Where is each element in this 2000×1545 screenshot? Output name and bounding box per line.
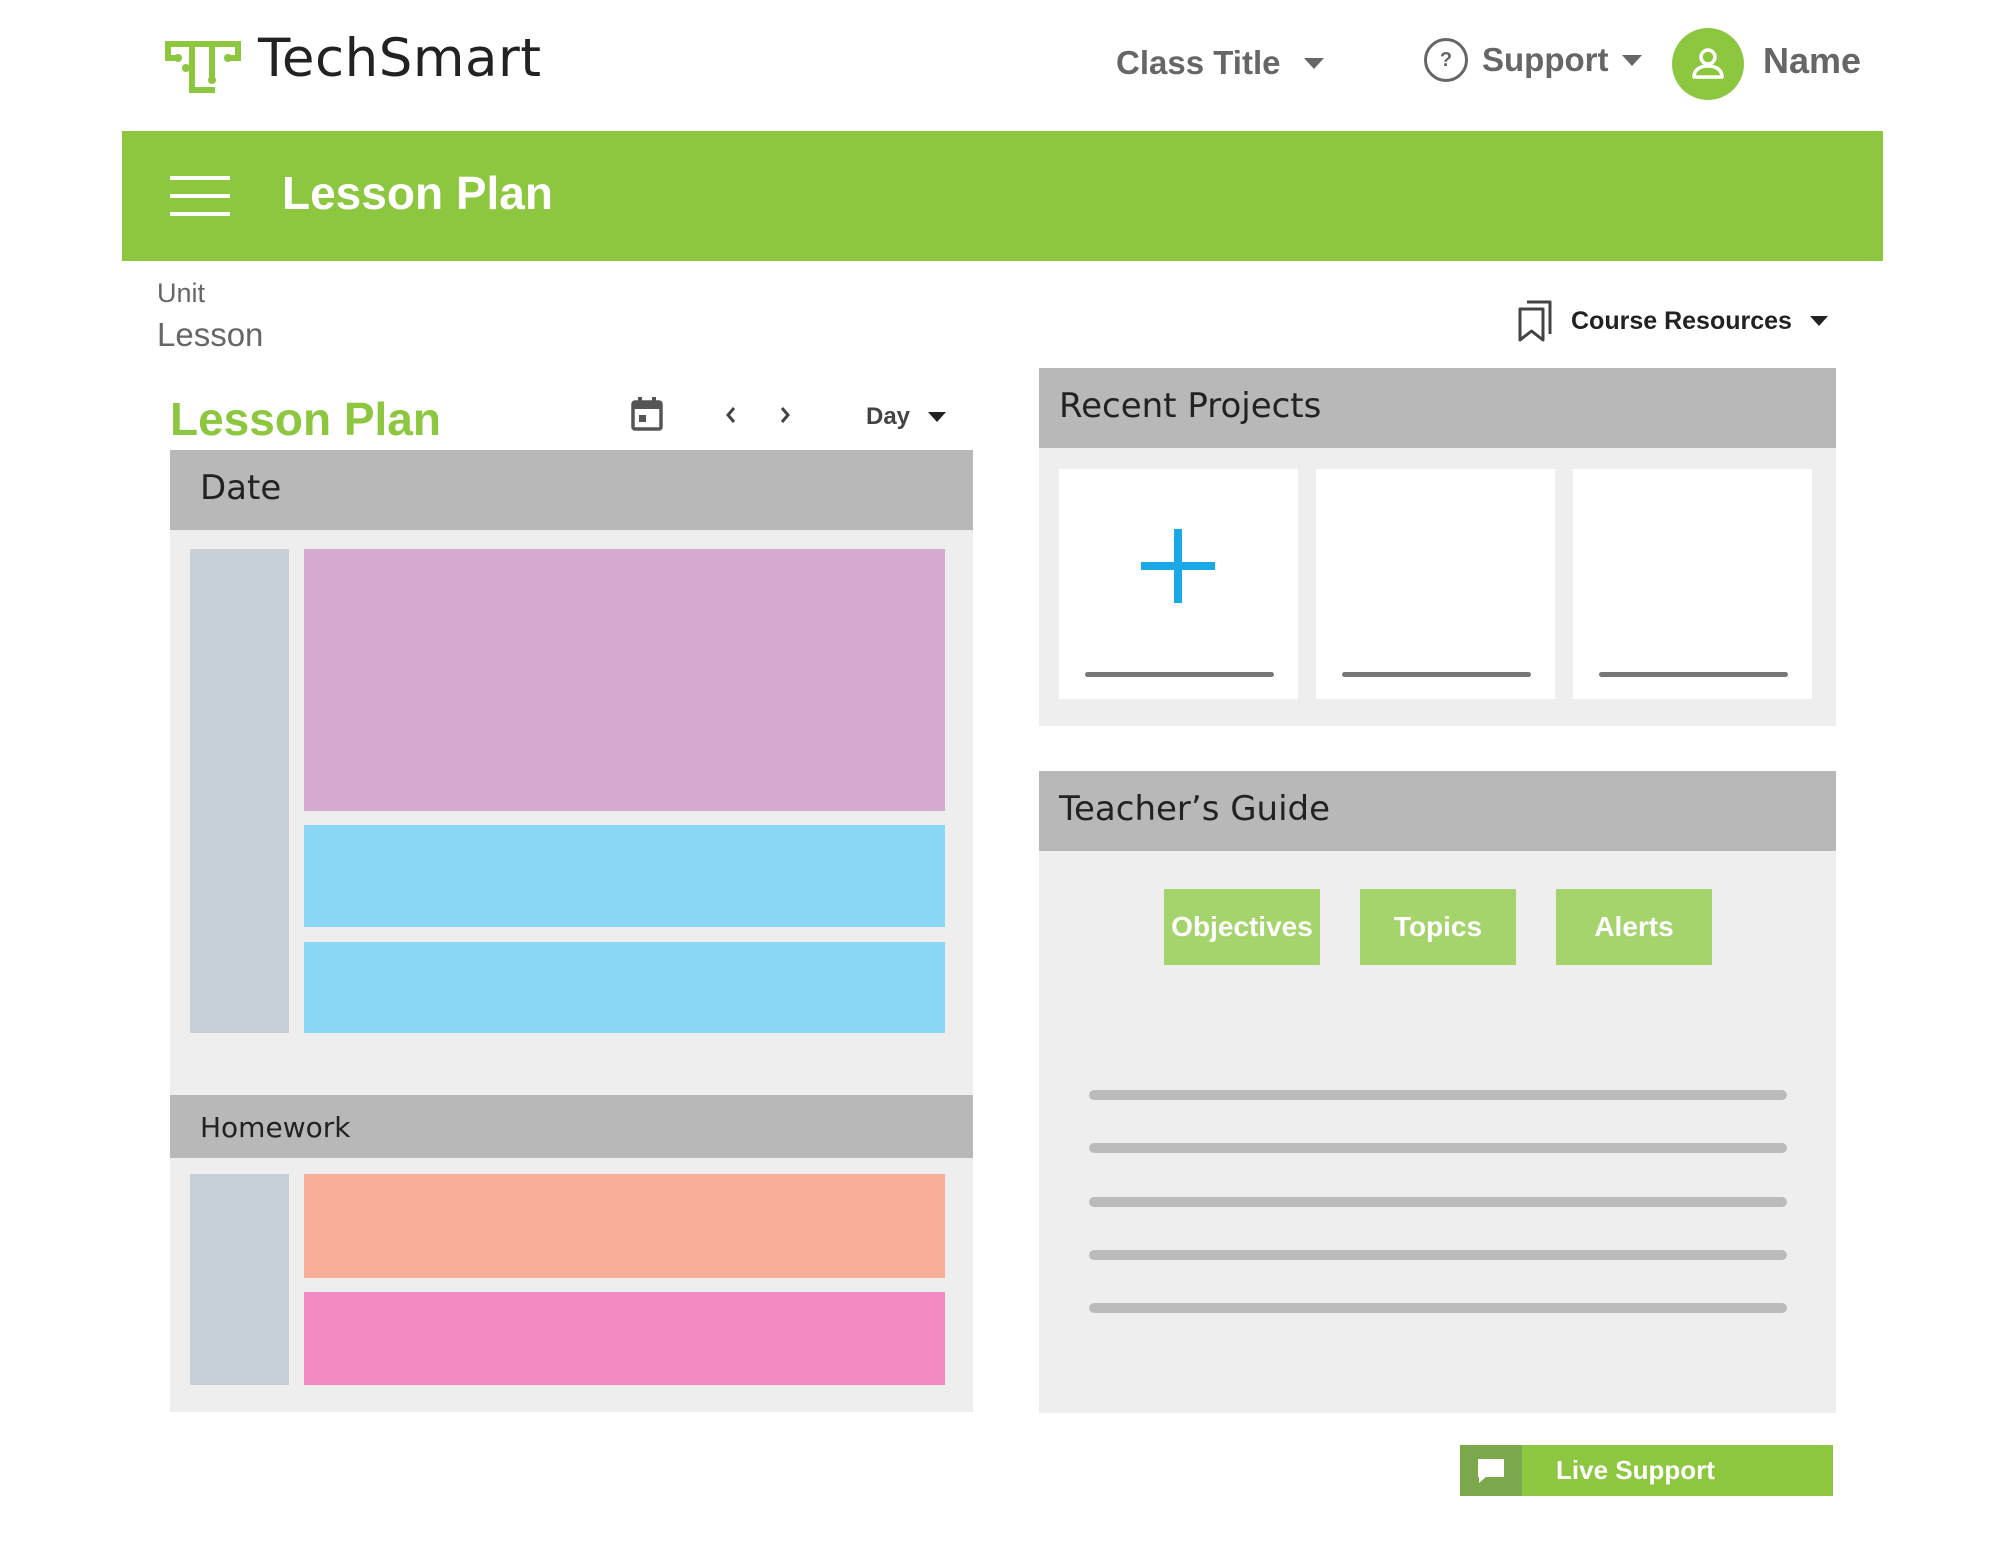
chevron-down-icon [1622,54,1643,66]
chevron-down-icon [928,412,947,422]
homework-block[interactable] [304,1174,945,1278]
view-select[interactable]: Day [866,403,947,431]
bookmark-icon [1518,300,1552,342]
recent-projects-title: Recent Projects [1059,386,1322,426]
chevron-right-icon [780,407,790,423]
breadcrumb-unit[interactable]: Unit [157,278,205,309]
guide-text-placeholder [1089,1197,1787,1207]
teachers-guide-title: Teacher’s Guide [1059,789,1331,829]
homework-block[interactable] [304,1292,945,1385]
previous-day-button[interactable] [716,397,746,433]
support-dropdown[interactable]: ? Support [1424,38,1643,82]
chevron-down-icon [1809,316,1828,326]
lesson-block[interactable] [304,942,945,1033]
project-card[interactable] [1573,469,1812,699]
project-title-placeholder [1342,672,1531,677]
time-column [190,549,289,1033]
page-title: Lesson Plan [282,167,553,219]
plus-icon [1141,529,1215,603]
guide-text-placeholder [1089,1090,1787,1100]
live-support-button[interactable]: Live Support [1460,1445,1833,1496]
class-title-label: Class Title [1116,44,1281,81]
new-project-card[interactable] [1059,469,1298,699]
support-label: Support [1482,41,1609,78]
project-title-placeholder [1599,672,1788,677]
course-resources-label: Course Resources [1571,306,1792,335]
date-label: Date [200,468,282,508]
alerts-button[interactable]: Alerts [1556,889,1712,965]
lesson-plan-heading: Lesson Plan [170,393,441,445]
course-resources-dropdown[interactable]: Course Resources [1517,300,1828,342]
live-support-label: Live Support [1556,1455,1715,1485]
calendar-icon[interactable] [630,396,664,432]
lesson-block[interactable] [304,549,945,811]
project-card[interactable] [1316,469,1555,699]
menu-icon[interactable] [170,176,230,216]
avatar[interactable] [1672,28,1744,100]
brand-name[interactable]: TechSmart [258,28,542,89]
chat-icon [1478,1458,1504,1483]
guide-text-placeholder [1089,1250,1787,1260]
project-title-placeholder [1085,672,1274,677]
time-column [190,1174,289,1385]
view-select-value: Day [866,403,911,430]
lesson-block[interactable] [304,825,945,927]
chat-icon-container [1460,1445,1522,1496]
homework-label: Homework [200,1111,351,1144]
topics-button[interactable]: Topics [1360,889,1516,965]
date-header [170,450,973,530]
chevron-down-icon [1304,57,1325,69]
help-circle-icon: ? [1424,38,1468,82]
techsmart-logo-icon[interactable] [164,38,242,96]
guide-text-placeholder [1089,1143,1787,1153]
chevron-left-icon [726,407,736,423]
user-name[interactable]: Name [1763,40,1861,82]
objectives-button[interactable]: Objectives [1164,889,1320,965]
class-title-dropdown[interactable]: Class Title [1116,44,1325,82]
breadcrumb-lesson[interactable]: Lesson [157,316,263,354]
next-day-button[interactable] [770,397,800,433]
user-icon [1692,48,1724,79]
guide-text-placeholder [1089,1303,1787,1313]
